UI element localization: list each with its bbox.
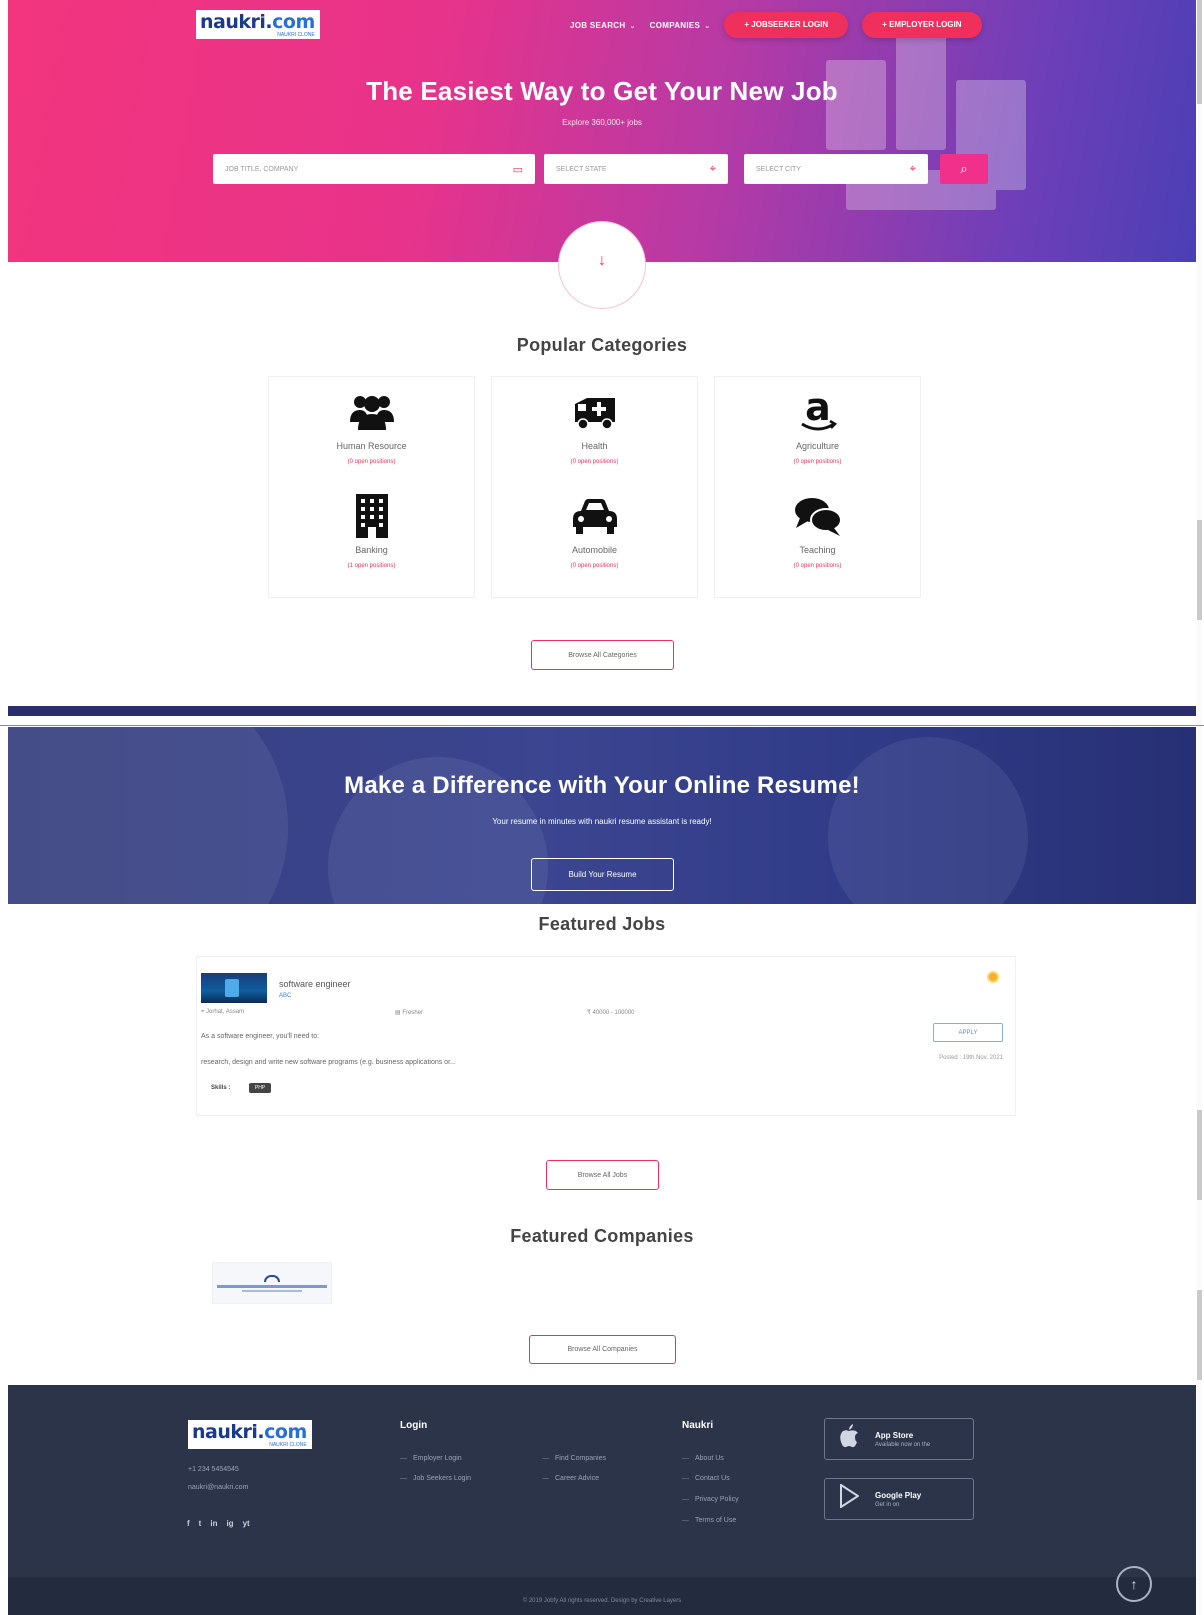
chevron-down-icon: ⌄ (704, 22, 711, 30)
site-logo[interactable]: naukri.com NAUKRI CLONE (196, 10, 320, 39)
linkedin-icon[interactable]: in (210, 1519, 217, 1528)
resume-title: Make a Difference with Your Online Resum… (344, 772, 860, 799)
job-card[interactable]: software engineer ABC ⌖ Jorhat, Assam ▤ … (196, 956, 1016, 1116)
company-thumbnail (201, 973, 267, 1003)
scroll-down-button[interactable]: ↓ (558, 221, 646, 309)
jobseeker-login-button[interactable]: + JOBSEEKER LOGIN (724, 12, 849, 38)
scrollbar-thumb[interactable] (1197, 520, 1202, 620)
nav-companies[interactable]: COMPANIES ⌄ (650, 21, 711, 30)
search-button[interactable]: ⌕ (940, 154, 988, 184)
search-icon: ⌕ (960, 161, 968, 176)
footer-link-find-companies[interactable]: — Find Companies (542, 1455, 606, 1462)
category-card[interactable]: Automobile (0 open positions) (491, 487, 698, 598)
categories-title: Popular Categories (516, 335, 688, 355)
footer-email[interactable]: naukri@naukri.com (188, 1484, 248, 1491)
divider-line (0, 725, 1204, 726)
footer-link-privacy[interactable]: — Privacy Policy (682, 1496, 739, 1503)
job-title[interactable]: software engineer (279, 979, 351, 989)
category-card[interactable]: Health (0 open positions) (491, 376, 698, 487)
copyright-text: © 2019 Jobfy All rights reserved. Design… (522, 1598, 682, 1604)
resume-banner: Make a Difference with Your Online Resum… (8, 727, 1196, 904)
category-card[interactable]: Banking (1 open positions) (268, 487, 475, 598)
featured-star-icon (987, 971, 999, 983)
browse-jobs-button[interactable]: Browse All Jobs (546, 1160, 659, 1190)
apple-icon (839, 1424, 867, 1454)
google-play-button[interactable]: Google Play Get in on (824, 1478, 974, 1520)
keyboard-icon: ▭ (512, 163, 523, 176)
scrollbar-thumb[interactable] (1197, 1290, 1202, 1380)
featured-jobs-title: Featured Jobs (538, 914, 666, 934)
ambulance-icon (570, 389, 620, 435)
footer-link-jobseeker-login[interactable]: — Job Seekers Login (400, 1475, 471, 1482)
footer-login-heading: Login (400, 1420, 428, 1431)
top-nav: JOB SEARCH ⌄ COMPANIES ⌄ + JOBSEEKER LOGIN… (570, 12, 982, 38)
map-pin-icon: ⌖ (909, 162, 916, 175)
state-select[interactable]: SELECT STATE ⌖ (544, 154, 728, 184)
footer-link-about[interactable]: — About Us (682, 1455, 724, 1462)
skill-chip: PHP (249, 1083, 271, 1093)
footer (8, 1385, 1196, 1577)
footer-phone: +1 234 5454545 (188, 1466, 239, 1473)
hero-title: The Easiest Way to Get Your New Job (366, 76, 838, 106)
posted-date: Posted : 19th Nov, 2021 (939, 1055, 1003, 1061)
footer-bottom-bar (8, 1577, 1196, 1615)
scrollbar-thumb[interactable] (1197, 1110, 1202, 1200)
apply-button[interactable]: APPLY (933, 1023, 1003, 1042)
instagram-icon[interactable]: ig (226, 1519, 233, 1528)
company-logo-icon (264, 1274, 280, 1282)
footer-link-career-advice[interactable]: — Career Advice (542, 1475, 599, 1482)
browse-categories-button[interactable]: Browse All Categories (531, 640, 674, 670)
footer-link-terms[interactable]: — Terms of Use (682, 1517, 736, 1524)
job-description-line: As a software engineer, you'll need to: (201, 1033, 320, 1040)
comments-icon (793, 493, 843, 539)
job-description-line: research, design and write new software … (201, 1059, 456, 1066)
keyword-input[interactable]: JOB TITLE, COMPANY ▭ (213, 154, 535, 184)
back-to-top-button[interactable]: ↑ (1116, 1566, 1152, 1602)
job-type: ▤ Fresher (395, 1010, 424, 1016)
category-card[interactable]: Human Resource (0 open positions) (268, 376, 475, 487)
category-card[interactable]: Teaching (0 open positions) (714, 487, 921, 598)
chevron-down-icon: ⌄ (629, 22, 636, 30)
build-resume-button[interactable]: Build Your Resume (531, 858, 674, 891)
amazon-icon: a (793, 389, 843, 435)
twitter-icon[interactable]: t (199, 1519, 202, 1528)
arrow-down-icon: ↓ (598, 252, 606, 269)
footer-logo[interactable]: naukri.com NAUKRI CLONE (188, 1420, 312, 1449)
category-card[interactable]: a Agriculture (0 open positions) (714, 376, 921, 487)
youtube-icon[interactable]: yt (243, 1519, 250, 1528)
skills-label: Skills : (211, 1085, 231, 1091)
hero-subtitle: Explore 360,000+ jobs (562, 118, 642, 127)
nav-job-search[interactable]: JOB SEARCH ⌄ (570, 21, 636, 30)
featured-companies-title: Featured Companies (510, 1226, 694, 1246)
building-icon (347, 493, 397, 539)
section-divider (8, 706, 1196, 716)
hero-illustration (786, 20, 1046, 250)
social-links: f t in ig yt (187, 1519, 250, 1528)
footer-link-contact[interactable]: — Contact Us (682, 1475, 730, 1482)
job-salary: ₹ 40000 - 100000 (587, 1010, 635, 1016)
arrow-up-icon: ↑ (1130, 1576, 1138, 1592)
facebook-icon[interactable]: f (187, 1519, 190, 1528)
scrollbar-thumb[interactable] (1197, 0, 1202, 104)
category-grid: Human Resource (0 open positions) Health… (268, 376, 921, 598)
scrollbar[interactable] (1197, 0, 1202, 1615)
company-logo-tile[interactable] (212, 1262, 332, 1304)
employer-login-button[interactable]: + EMPLOYER LOGIN (862, 12, 982, 38)
svg-text:a: a (805, 390, 831, 429)
car-icon (570, 493, 620, 539)
city-select[interactable]: SELECT CITY ⌖ (744, 154, 928, 184)
map-pin-icon: ⌖ (709, 162, 716, 175)
resume-subtitle: Your resume in minutes with naukri resum… (492, 817, 712, 826)
play-icon (839, 1483, 867, 1514)
footer-naukri-heading: Naukri (682, 1420, 714, 1431)
app-store-button[interactable]: App Store Available now on the (824, 1418, 974, 1460)
footer-link-employer-login[interactable]: — Employer Login (400, 1455, 462, 1462)
users-icon (347, 389, 397, 435)
job-location: ⌖ Jorhat, Assam (201, 1009, 245, 1015)
browse-companies-button[interactable]: Browse All Companies (529, 1335, 676, 1364)
job-company[interactable]: ABC (279, 993, 291, 999)
